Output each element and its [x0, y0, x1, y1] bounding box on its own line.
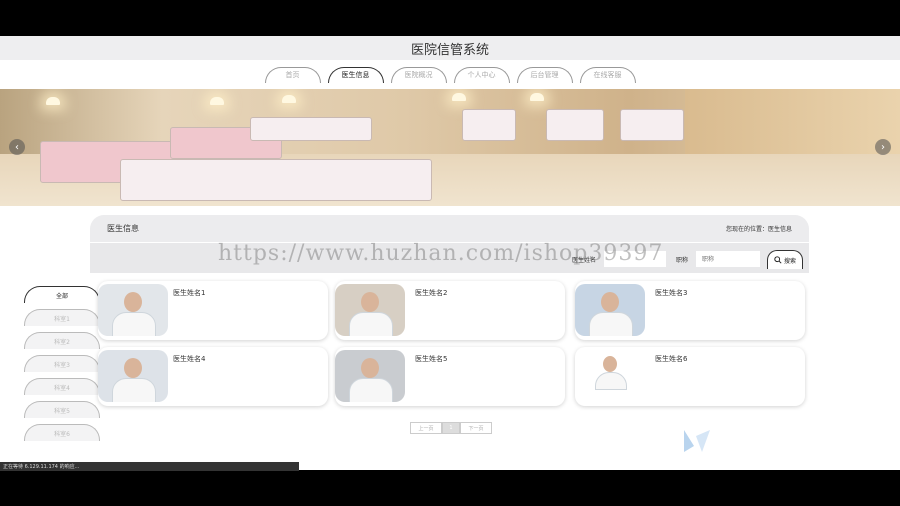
title-input[interactable] [696, 251, 760, 267]
search-button[interactable]: 搜索 [767, 250, 803, 269]
doctor-photo [335, 350, 405, 402]
chevron-left-icon[interactable]: ‹ [9, 139, 25, 155]
nav-tab-personal-center[interactable]: 个人中心 [453, 66, 510, 83]
doctor-name: 医生姓名6 [655, 355, 688, 363]
category-item[interactable]: 科室4 [24, 378, 100, 395]
watermark-text: https://www.huzhan.com/ishop39397 [218, 241, 664, 266]
site-title: 医院信管系统 [410, 42, 489, 58]
main-nav: 首页 医生信息 医院概况 个人中心 后台管理 在线客服 [0, 60, 900, 89]
bed-shape [250, 117, 372, 141]
bed-shape [462, 109, 516, 141]
lamp-shape [452, 93, 466, 101]
doctor-photo [575, 350, 645, 402]
doctor-name: 医生姓名4 [173, 355, 206, 363]
lamp-shape [530, 93, 544, 101]
nav-tab-admin[interactable]: 后台管理 [516, 66, 573, 83]
category-all[interactable]: 全部 [24, 286, 100, 303]
status-text: 正在等待 6.129.11.174 的响应... [3, 464, 80, 470]
doctor-card[interactable]: 医生姓名4 [98, 347, 328, 406]
site-header: 医院信管系统 [0, 36, 900, 60]
search-button-label: 搜索 [783, 257, 796, 265]
category-item[interactable]: 科室1 [24, 309, 100, 326]
corner-logo-icon [684, 430, 710, 452]
browser-status-bar: 正在等待 6.129.11.174 的响应... [0, 462, 299, 471]
next-page-button[interactable]: 下一页 [460, 422, 492, 434]
nav-tab-doctors[interactable]: 医生信息 [327, 66, 384, 83]
doctor-photo [575, 284, 645, 336]
section-titlebar: 医生信息 您现在的位置：医生信息 [90, 215, 809, 242]
category-item[interactable]: 科室3 [24, 355, 100, 372]
main-content: 医生信息 您现在的位置：医生信息 医生姓名 职称 搜索 全部 科室1 科室2 科… [0, 206, 900, 470]
banner-carousel[interactable]: ‹ › [0, 89, 900, 206]
doctor-photo [335, 284, 405, 336]
category-item[interactable]: 科室2 [24, 332, 100, 349]
lamp-shape [46, 97, 60, 105]
doctor-card[interactable]: 医生姓名3 [575, 281, 805, 340]
breadcrumb: 您现在的位置：医生信息 [725, 226, 792, 233]
category-list: 全部 科室1 科室2 科室3 科室4 科室5 科室6 [24, 286, 100, 447]
doctor-photo [98, 350, 168, 402]
nav-tab-home[interactable]: 首页 [264, 66, 321, 83]
lamp-shape [210, 97, 224, 105]
doctor-card[interactable]: 医生姓名5 [335, 347, 565, 406]
bed-shape [546, 109, 604, 141]
doctor-name: 医生姓名5 [415, 355, 448, 363]
nav-tab-online-service[interactable]: 在线客服 [579, 66, 636, 83]
doctor-card[interactable]: 医生姓名2 [335, 281, 565, 340]
bed-shape [120, 159, 432, 201]
pagination: 上一页 1 下一页 [410, 422, 492, 434]
title-label: 职称 [676, 257, 689, 264]
prev-page-button[interactable]: 上一页 [410, 422, 442, 434]
doctor-name: 医生姓名1 [173, 289, 206, 297]
bed-shape [620, 109, 684, 141]
doctor-photo [98, 284, 168, 336]
search-icon [774, 256, 782, 264]
category-item[interactable]: 科室5 [24, 401, 100, 418]
chevron-right-icon[interactable]: › [875, 139, 891, 155]
browser-viewport: 医院信管系统 首页 医生信息 医院概况 个人中心 后台管理 在线客服 ‹ › 医… [0, 36, 900, 470]
nav-tab-hospital-overview[interactable]: 医院概况 [390, 66, 447, 83]
doctor-name: 医生姓名2 [415, 289, 448, 297]
doctor-card[interactable]: 医生姓名6 [575, 347, 805, 406]
doctor-card[interactable]: 医生姓名1 [98, 281, 328, 340]
page-number-button[interactable]: 1 [442, 422, 460, 434]
section-title: 医生信息 [107, 224, 139, 233]
category-item[interactable]: 科室6 [24, 424, 100, 441]
doctor-name: 医生姓名3 [655, 289, 688, 297]
lamp-shape [282, 95, 296, 103]
